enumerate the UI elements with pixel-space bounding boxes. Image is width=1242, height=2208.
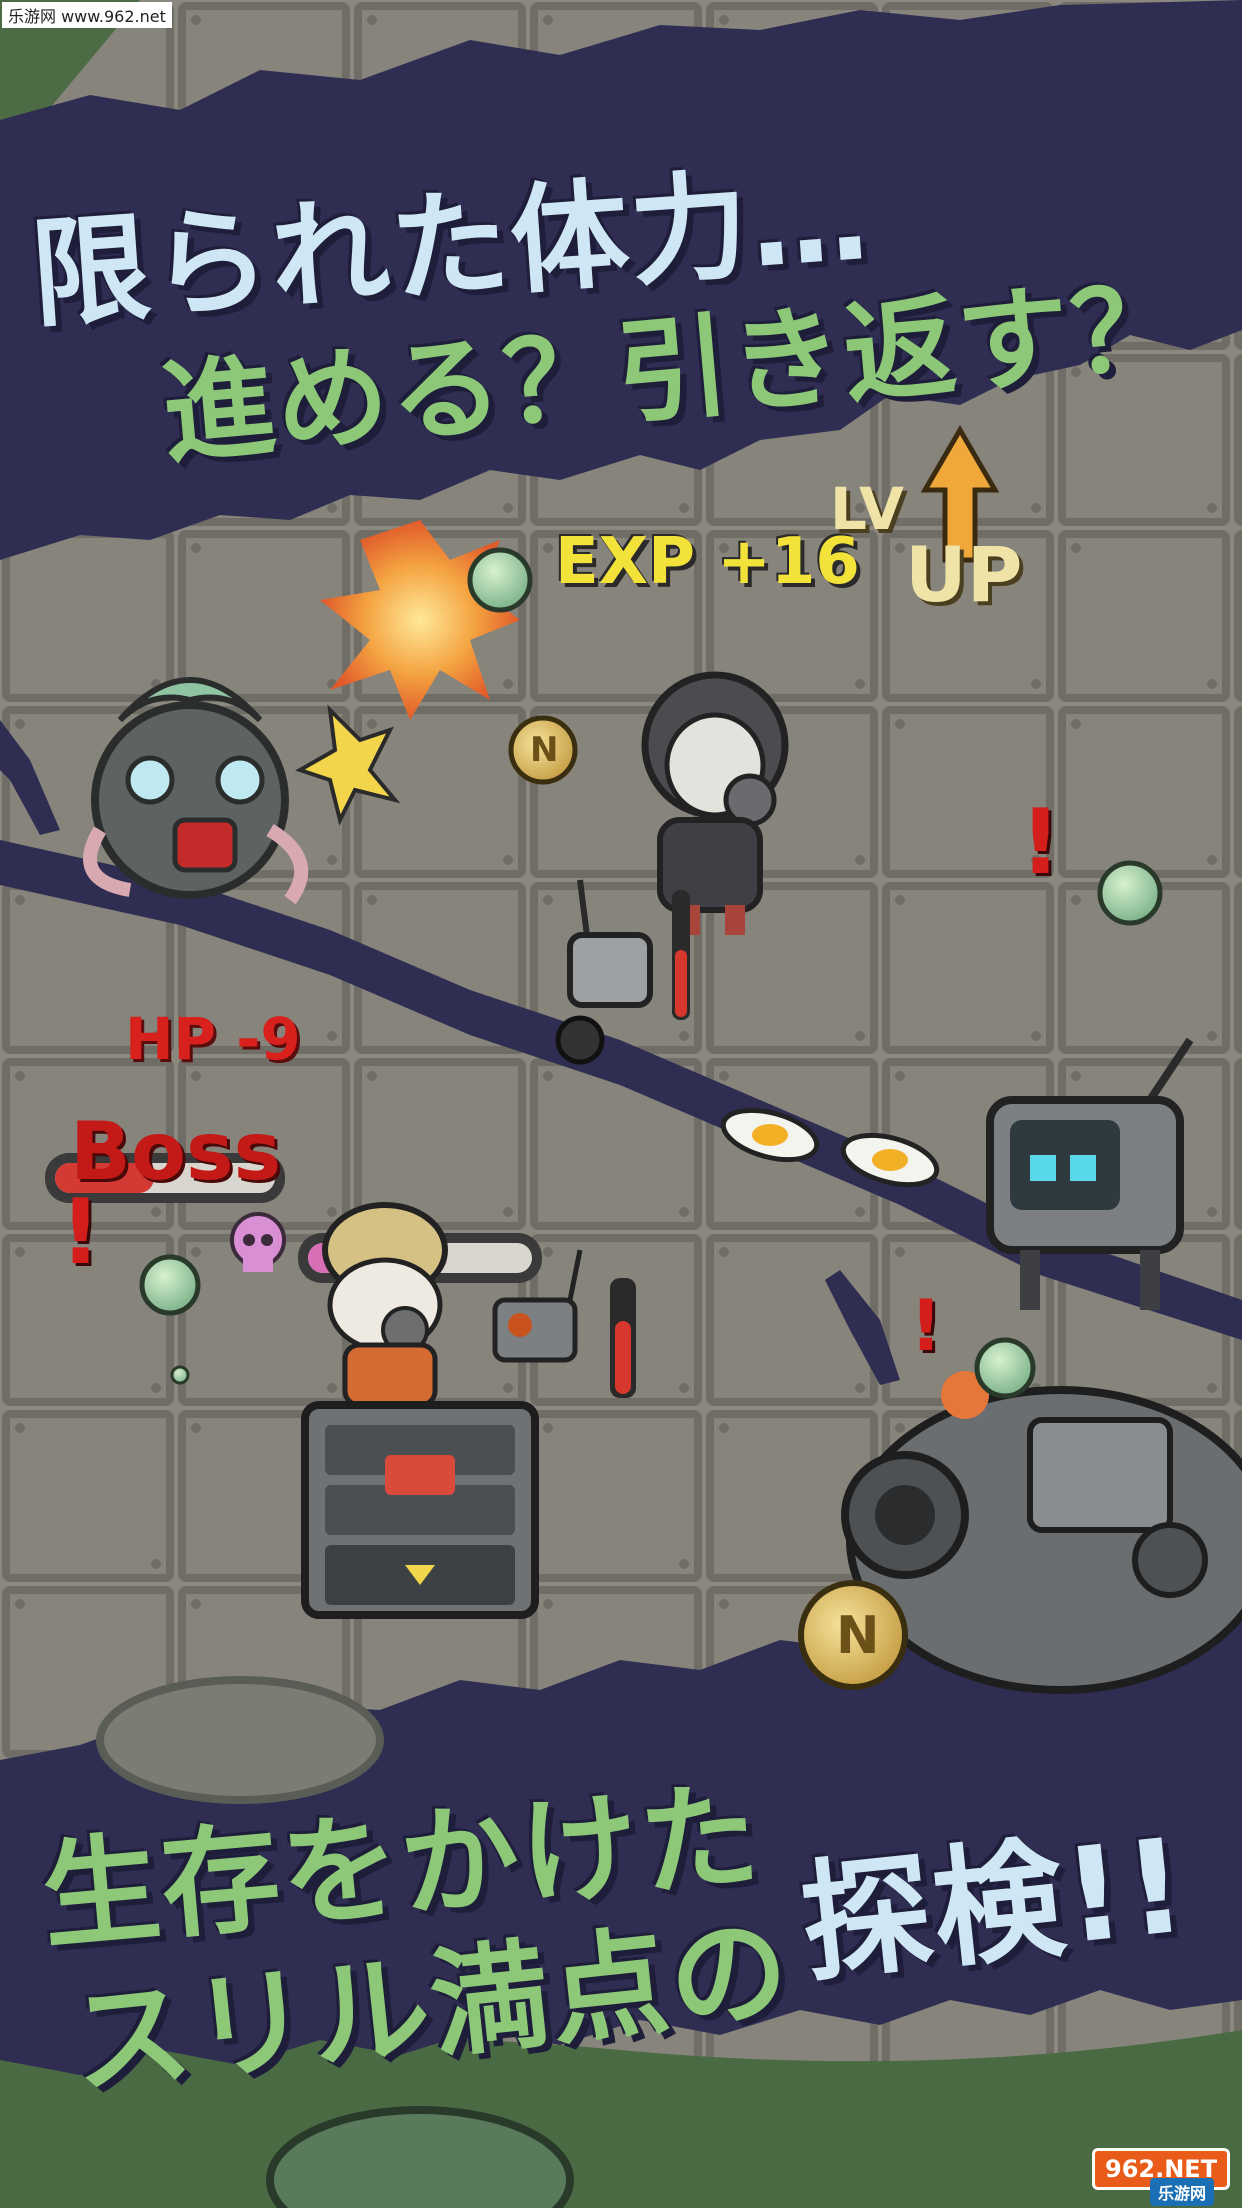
alert-mark-left: ! [60,1180,102,1285]
site-logo-sub: 乐游网 [1150,2178,1215,2206]
exp-orb-4 [170,1365,190,1385]
alert-mark-lower: ! [910,1285,942,1367]
survivor-gauge-fill [675,950,687,1017]
exp-orb-3 [139,1254,201,1316]
watermark-label: 乐游网 www.962.net [2,2,172,28]
level-up-label-bottom: UP [905,530,1023,619]
exp-orb-1 [467,547,533,613]
coin-small-letter: N [530,730,559,770]
exp-popup: EXP +16 [555,525,860,599]
exp-orb-5 [974,1337,1036,1399]
boss-label: Boss [70,1105,282,1198]
companion-gauge-fill [615,1321,631,1394]
headline-bottom-line2b: 探検!! [794,1809,1195,2001]
exp-orb-2 [1097,860,1163,926]
level-up-label-top: LV [830,475,904,543]
coin-large-letter: N [836,1606,880,1666]
treasure-chest [301,1401,539,1619]
alert-mark-right: ! [1020,790,1062,895]
player-survivor [322,1202,448,1408]
damage-popup: HP -9 [125,1005,301,1073]
